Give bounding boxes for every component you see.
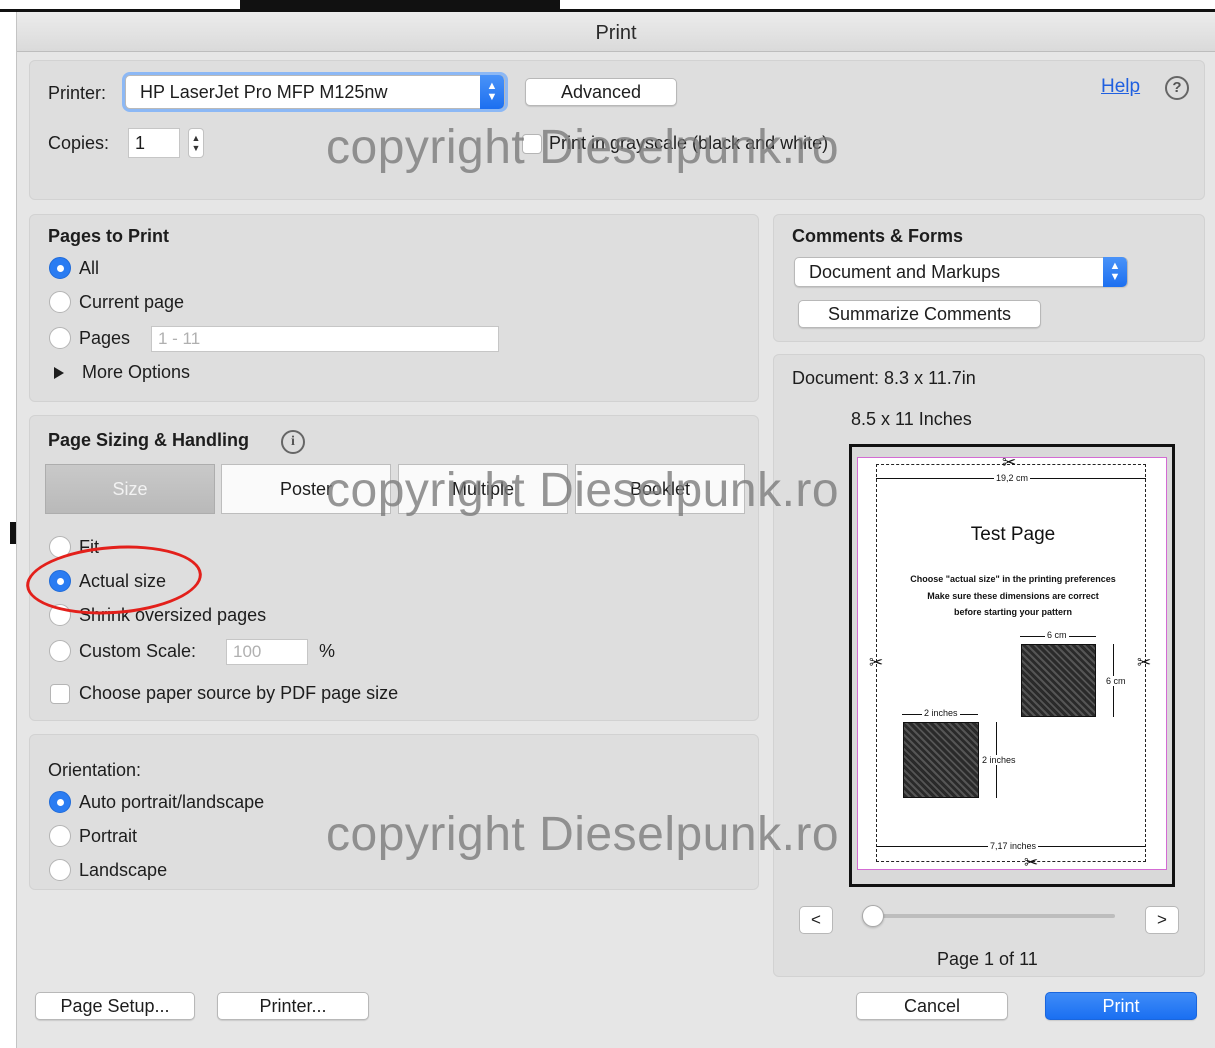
print-button[interactable]: Print <box>1045 992 1197 1020</box>
comments-forms-value: Document and Markups <box>809 262 1001 282</box>
radio-all-label: All <box>79 258 100 278</box>
scissors-icon: ✂ <box>869 653 884 672</box>
paper-source-label: Choose paper source by PDF page size <box>79 683 399 703</box>
radio-shrink-oversized-label: Shrink oversized pages <box>79 605 267 625</box>
inch-width-label: 2 inches <box>922 708 960 718</box>
test-page-line-1: Choose "actual size" in the printing pre… <box>910 574 1116 584</box>
page-slider-track[interactable] <box>863 914 1115 918</box>
summarize-comments-button[interactable]: Summarize Comments <box>798 300 1041 328</box>
chevron-updown-icon: ▲ ▼ <box>1103 257 1127 287</box>
radio-portrait[interactable] <box>49 825 71 847</box>
help-icon[interactable]: ? <box>1165 76 1189 100</box>
printer-select[interactable]: HP LaserJet Pro MFP M125nw ▲ ▼ <box>125 75 505 109</box>
scissors-icon: ✂ <box>1137 653 1152 672</box>
orientation-title: Orientation: <box>48 760 142 780</box>
cancel-button[interactable]: Cancel <box>856 992 1008 1020</box>
pages-to-print-title: Pages to Print <box>48 226 170 246</box>
radio-auto-orientation[interactable] <box>49 791 71 813</box>
radio-portrait-label: Portrait <box>79 826 138 846</box>
inch-height-label: 2 inches <box>981 755 1017 765</box>
top-measure-label: 19,2 cm <box>994 473 1031 483</box>
radio-fit-label: Fit <box>79 537 99 557</box>
radio-auto-orientation-label: Auto portrait/landscape <box>79 792 265 812</box>
tab-booklet[interactable]: Booklet <box>575 464 745 514</box>
paper-size-label: 8.5 x 11 Inches <box>851 409 972 429</box>
printer-button[interactable]: Printer... <box>217 992 369 1020</box>
pages-range-input[interactable]: 1 - 11 <box>151 326 499 352</box>
copies-stepper[interactable]: ▲ ▼ <box>188 128 204 158</box>
cm-square <box>1021 644 1096 717</box>
more-options-label[interactable]: More Options <box>82 362 190 383</box>
document-size-label: Document: 8.3 x 11.7in <box>792 368 976 388</box>
chevron-updown-icon: ▲ ▼ <box>480 75 504 109</box>
paper-source-checkbox[interactable] <box>50 684 70 704</box>
copies-field[interactable]: 1 <box>128 128 180 158</box>
radio-fit[interactable] <box>49 536 71 558</box>
comments-forms-title: Comments & Forms <box>792 226 964 246</box>
bottom-measure-label: 7,17 inches <box>988 841 1039 851</box>
next-page-button[interactable]: > <box>1145 906 1179 934</box>
printer-label: Printer: <box>48 83 107 103</box>
page-slider-knob[interactable] <box>862 905 884 927</box>
cm-height-label: 6 cm <box>1105 676 1127 686</box>
radio-actual-size[interactable] <box>49 570 71 592</box>
scissors-icon: ✂ <box>1002 453 1017 472</box>
preview-paper: ✂ ✂ ✂ ✂ 19,2 cm Test Page Choose "actual… <box>857 453 1167 872</box>
tab-size[interactable]: Size <box>45 464 215 514</box>
radio-shrink-oversized[interactable] <box>49 604 71 626</box>
page-sizing-section <box>29 415 759 721</box>
page-indicator: Page 1 of 11 <box>937 949 1038 969</box>
radio-landscape-label: Landscape <box>79 860 168 880</box>
radio-actual-size-label: Actual size <box>79 571 167 591</box>
test-page-title: Test Page <box>970 524 1056 545</box>
inch-square <box>903 722 979 798</box>
radio-pages[interactable] <box>49 327 71 349</box>
page-preview: ✂ ✂ ✂ ✂ 19,2 cm Test Page Choose "actual… <box>849 444 1175 887</box>
printer-select-value: HP LaserJet Pro MFP M125nw <box>140 82 388 102</box>
radio-landscape[interactable] <box>49 859 71 881</box>
radio-custom-scale[interactable] <box>49 640 71 662</box>
tab-multiple[interactable]: Multiple <box>398 464 568 514</box>
dialog-title: Print <box>17 12 1215 52</box>
copies-label: Copies: <box>48 133 110 153</box>
radio-custom-scale-label: Custom Scale: <box>79 641 197 661</box>
radio-current-page-label: Current page <box>79 292 185 312</box>
page-sizing-title: Page Sizing & Handling <box>48 430 250 450</box>
tab-poster[interactable]: Poster <box>221 464 391 514</box>
print-dialog: Print Printer: HP LaserJet Pro MFP M125n… <box>16 12 1215 1048</box>
comments-forms-select[interactable]: Document and Markups ▲ ▼ <box>794 257 1128 287</box>
page-setup-button[interactable]: Page Setup... <box>35 992 195 1020</box>
disclosure-triangle-icon[interactable] <box>54 367 64 379</box>
help-link[interactable]: Help <box>1101 76 1140 98</box>
info-icon[interactable]: i <box>281 430 305 454</box>
test-page-line-3: before starting your pattern <box>953 607 1072 617</box>
grayscale-label: Print in grayscale (black and white) <box>549 133 829 153</box>
scale-unit: % <box>319 641 336 661</box>
previous-page-button[interactable]: < <box>799 906 833 934</box>
advanced-button[interactable]: Advanced <box>525 78 677 106</box>
test-page-line-2: Make sure these dimensions are correct <box>927 591 1099 601</box>
grayscale-checkbox[interactable] <box>522 134 542 154</box>
radio-all[interactable] <box>49 257 71 279</box>
background-strip <box>0 0 1215 12</box>
radio-current-page[interactable] <box>49 291 71 313</box>
cm-width-label: 6 cm <box>1045 630 1069 640</box>
custom-scale-input[interactable]: 100 <box>226 639 308 665</box>
scissors-icon: ✂ <box>1024 853 1039 872</box>
radio-pages-label: Pages <box>79 328 131 348</box>
